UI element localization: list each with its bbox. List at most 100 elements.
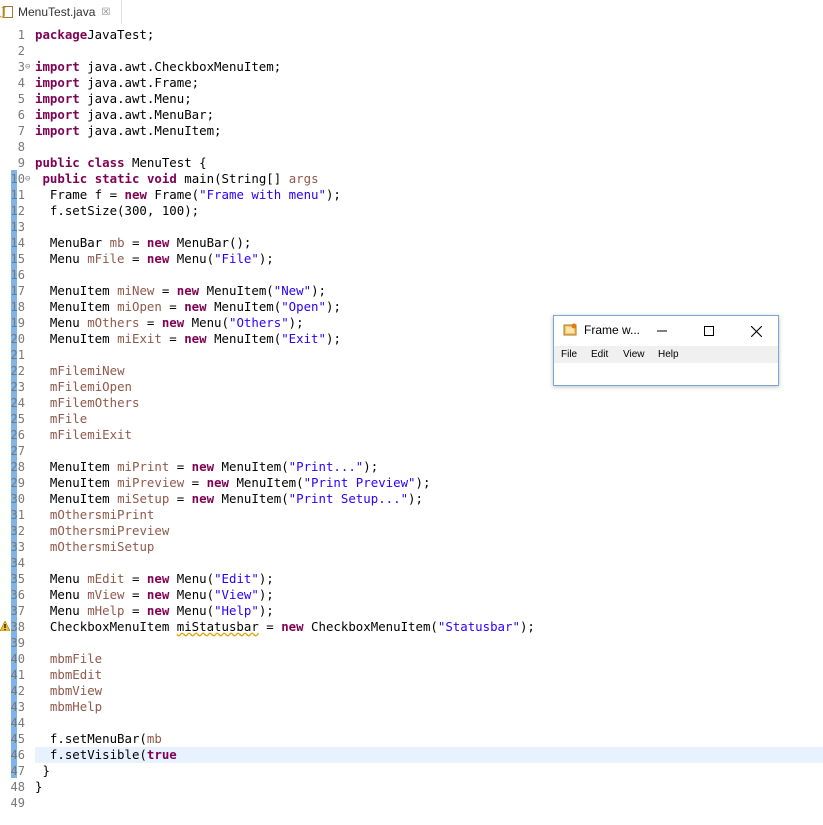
maximize-button[interactable] — [686, 316, 732, 346]
frame-client-area[interactable] — [554, 363, 778, 385]
code-line[interactable]: 35 Menu mEdit = new Menu("Edit"); — [0, 571, 823, 587]
code-line[interactable]: 2 — [0, 43, 823, 59]
code-token: MenuItem( — [206, 299, 282, 314]
code-line[interactable]: 13 — [0, 219, 823, 235]
code-text: import java.awt.MenuItem; — [35, 123, 222, 139]
code-line[interactable]: 46 f.setVisible(true — [0, 747, 823, 763]
code-line[interactable]: 15 Menu mFile = new Menu("File"); — [0, 251, 823, 267]
code-line[interactable]: 25 mFile — [0, 411, 823, 427]
code-line[interactable]: 14 MenuBar mb = new MenuBar(); — [0, 235, 823, 251]
code-token: Menu( — [169, 571, 215, 586]
code-text: packageJavaTest; — [35, 27, 154, 43]
code-line[interactable]: 36 Menu mView = new Menu("View"); — [0, 587, 823, 603]
code-line[interactable]: 1 packageJavaTest; — [0, 27, 823, 43]
code-token: package — [35, 27, 88, 42]
close-icon — [750, 325, 762, 337]
code-line[interactable]: 37 Menu mHelp = new Menu("Help"); — [0, 603, 823, 619]
code-line[interactable]: 7 import java.awt.MenuItem; — [0, 123, 823, 139]
code-token: miExit — [117, 331, 162, 346]
code-line[interactable]: 3 ⊖ import java.awt.CheckboxMenuItem; — [0, 59, 823, 75]
code-text: mFilemiNew — [35, 363, 125, 379]
code-line[interactable]: 32 mOthersmiPreview — [0, 523, 823, 539]
code-line[interactable]: 4 import java.awt.Frame; — [0, 75, 823, 91]
code-line[interactable]: 30 MenuItem miSetup = new MenuItem("Prin… — [0, 491, 823, 507]
code-line[interactable]: 29 MenuItem miPreview = new MenuItem("Pr… — [0, 475, 823, 491]
code-line[interactable]: 31 mOthersmiPrint — [0, 507, 823, 523]
warning-marker-icon[interactable] — [0, 621, 10, 631]
code-text: mOthersmiPrint — [35, 507, 154, 523]
line-number: 41 — [10, 668, 25, 682]
fold-toggle-icon[interactable]: ⊖ — [25, 171, 30, 187]
frame-titlebar[interactable]: Frame w... — [554, 316, 778, 346]
code-line[interactable]: 6 import java.awt.MenuBar; — [0, 107, 823, 123]
line-number: 32 — [10, 524, 25, 538]
code-line[interactable]: 8 — [0, 139, 823, 155]
editor-tab-menutest[interactable]: J MenuTest.java ☒ — [0, 0, 122, 24]
close-button[interactable] — [733, 316, 779, 346]
code-line[interactable]: 45 f.setMenuBar(mb — [0, 731, 823, 747]
code-line[interactable]: 18 MenuItem miOpen = new MenuItem("Open"… — [0, 299, 823, 315]
close-tab-icon[interactable]: ☒ — [101, 7, 110, 18]
line-number: 13 — [10, 220, 25, 234]
menu-help[interactable]: Help — [658, 349, 679, 360]
code-line[interactable]: 5 import java.awt.Menu; — [0, 91, 823, 107]
code-line[interactable]: 43 mbmHelp — [0, 699, 823, 715]
code-line[interactable]: 44 — [0, 715, 823, 731]
code-line[interactable]: 40 mbmFile — [0, 651, 823, 667]
frame-window[interactable]: Frame w... File Edit View Help — [553, 315, 779, 386]
code-line[interactable]: 39 — [0, 635, 823, 651]
code-token: miPrint — [102, 507, 155, 522]
code-token: class — [87, 155, 125, 170]
code-text: MenuItem miPreview = new MenuItem("Print… — [35, 475, 431, 491]
code-line[interactable]: 47 } — [0, 763, 823, 779]
code-line[interactable]: 24 mFilemOthers — [0, 395, 823, 411]
code-token: miOpen — [87, 379, 132, 394]
line-number: 31 — [10, 508, 25, 522]
code-token: static — [94, 171, 140, 186]
code-token: ); — [325, 331, 341, 346]
code-line[interactable]: 33 mOthersmiSetup — [0, 539, 823, 555]
code-token: ); — [258, 587, 274, 602]
code-line[interactable]: 38 CheckboxMenuItem miStatusbar = new Ch… — [0, 619, 823, 635]
line-number: 15 — [10, 252, 25, 266]
code-line[interactable]: 16 — [0, 267, 823, 283]
code-token: ); — [325, 187, 341, 202]
code-line[interactable]: 49 — [0, 795, 823, 811]
code-line[interactable]: 10 ⊖ public static void main(String[] arg… — [0, 171, 823, 187]
line-number: 21 — [10, 348, 25, 362]
line-number: 8 — [17, 140, 25, 154]
menu-file[interactable]: File — [561, 349, 577, 360]
code-line[interactable]: 17 MenuItem miNew = new MenuItem("New"); — [0, 283, 823, 299]
code-line[interactable]: 48} — [0, 779, 823, 795]
code-line[interactable]: 11 Frame f = new Frame("Frame with menu"… — [0, 187, 823, 203]
code-token: mb — [49, 699, 65, 714]
code-line[interactable]: 26 mFilemiExit — [0, 427, 823, 443]
code-line[interactable]: 27 — [0, 443, 823, 459]
code-editor[interactable]: 1 packageJavaTest; 2 3 ⊖ import java.awt.Chec… — [0, 24, 823, 825]
code-token: import — [35, 107, 80, 122]
code-line[interactable]: 28 MenuItem miPrint = new MenuItem("Prin… — [0, 459, 823, 475]
line-number: 9 — [17, 156, 25, 170]
code-token: mFile — [49, 395, 88, 410]
code-line[interactable]: 12 f.setSize(300, 100); — [0, 203, 823, 219]
minimize-button[interactable] — [639, 316, 685, 346]
code-token: MenuItem — [35, 299, 118, 314]
menu-view[interactable]: View — [623, 349, 645, 360]
code-text: mbmEdit — [35, 667, 102, 683]
menu-edit[interactable]: Edit — [591, 349, 608, 360]
code-line[interactable]: 41 mbmEdit — [0, 667, 823, 683]
code-line[interactable]: 34 — [0, 555, 823, 571]
code-line[interactable]: 9 public class MenuTest { — [0, 155, 823, 171]
code-token: "New" — [273, 283, 312, 298]
fold-toggle-icon[interactable]: ⊖ — [25, 59, 30, 75]
line-number: 7 — [17, 124, 25, 138]
code-token: new — [191, 491, 215, 506]
code-line[interactable]: 42 mbmView — [0, 683, 823, 699]
current-line-highlight: f.setVisible(true — [35, 747, 823, 763]
code-token: = — [154, 283, 177, 298]
code-token: miStatusbar — [176, 619, 259, 634]
line-number: 40 — [10, 652, 25, 666]
code-text: MenuItem miSetup = new MenuItem("Print S… — [35, 491, 423, 507]
